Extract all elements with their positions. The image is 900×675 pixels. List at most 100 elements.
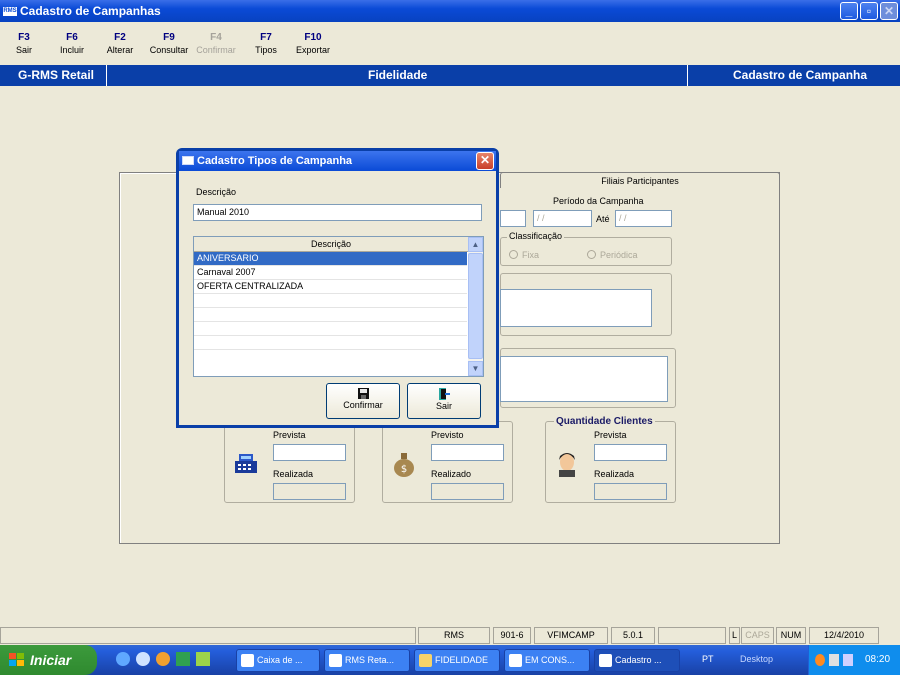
desktop-quick-icon[interactable] (196, 652, 210, 666)
desktop-toolbar-label[interactable]: Desktop (740, 654, 773, 664)
confirmar-button[interactable]: Confirmar (326, 383, 400, 419)
list-header-descricao[interactable]: Descrição (194, 237, 468, 252)
rms-icon (599, 654, 612, 667)
vendas-prevista-field[interactable] (273, 444, 346, 461)
save-disk-icon (357, 388, 369, 399)
status-version: 5.0.1 (611, 627, 655, 644)
radio-periodica: Periódica (587, 250, 638, 260)
list-item-empty (194, 322, 467, 336)
header-divider (106, 65, 107, 86)
folder-icon (419, 654, 432, 667)
date-from-left-field[interactable] (500, 210, 526, 227)
list-item[interactable]: OFERTA CENTRALIZADA (194, 280, 467, 294)
exportar-button[interactable]: F10 Exportar (291, 32, 335, 56)
ie-icon[interactable] (116, 652, 130, 666)
status-caps: CAPS (741, 627, 774, 644)
list-item[interactable]: Carnaval 2007 (194, 266, 467, 280)
filiais-text-area[interactable] (500, 289, 652, 327)
close-icon[interactable]: ✕ (476, 152, 494, 170)
sair-dialog-button[interactable]: Sair (407, 383, 481, 419)
sair-button[interactable]: F3 Sair (12, 32, 36, 56)
money-bag-icon: $ (394, 453, 414, 477)
dialog-title: Cadastro Tipos de Campanha (197, 155, 353, 167)
status-app: RMS (418, 627, 490, 644)
list-scrollbar[interactable]: ▲ ▼ (468, 237, 483, 376)
header-divider (687, 65, 688, 86)
status-num: NUM (776, 627, 806, 644)
media-icon[interactable] (156, 652, 170, 666)
window-titlebar: RMS Cadastro de Campanhas _ ▫ ✕ (0, 0, 900, 22)
rms-app-icon: RMS (3, 7, 17, 17)
scroll-down-icon[interactable]: ▼ (468, 361, 483, 376)
window-icon (182, 156, 194, 165)
list-item-empty (194, 350, 467, 364)
explorer-icon[interactable] (136, 652, 150, 666)
date-from-field[interactable]: / / (533, 210, 592, 227)
clientes-realizada-field (594, 483, 667, 500)
date-to-field[interactable]: / / (615, 210, 672, 227)
taskbar-item-caixa[interactable]: Caixa de ... (236, 649, 320, 672)
descricao-label: Descrição (196, 187, 237, 197)
prevista-label: Prevista (273, 430, 306, 440)
rms-quick-icon[interactable] (176, 652, 190, 666)
window-title: Cadastro de Campanhas (20, 4, 161, 18)
language-indicator[interactable]: PT (702, 654, 714, 664)
taskbar-item-cadastro[interactable]: Cadastro ... (594, 649, 680, 672)
taskbar-item-rms[interactable]: RMS Reta... (324, 649, 410, 672)
incluir-button[interactable]: F6 Incluir (56, 32, 88, 56)
windows-flag-icon (9, 653, 24, 666)
confirmar-toolbar-button: F4 Confirmar (196, 32, 236, 55)
scroll-up-icon[interactable]: ▲ (468, 237, 483, 252)
valor-group: Previsto Realizado $ (382, 421, 513, 503)
exit-door-icon (439, 388, 450, 400)
radio-fixa: Fixa (509, 250, 539, 260)
rms-icon (329, 654, 342, 667)
alterar-button[interactable]: F2 Alterar (103, 32, 137, 56)
customer-person-icon (559, 453, 575, 477)
radio-icon (587, 250, 596, 259)
fire-icon[interactable] (815, 654, 825, 666)
close-icon: ✕ (880, 2, 898, 20)
quantidade-clientes-group: Quantidade Clientes Prevista Realizada (545, 416, 676, 503)
system-tray: 08:20 (808, 645, 900, 675)
realizado-label: Realizado (431, 469, 472, 479)
consultar-button[interactable]: F9 Consultar (146, 32, 192, 56)
valor-realizado-field (431, 483, 504, 500)
network-icon[interactable] (829, 654, 839, 666)
status-bar: RMS 901-6 VFIMCAMP 5.0.1 L CAPS NUM 12/4… (0, 625, 900, 645)
quantidade-clientes-label: Quantidade Clientes (554, 416, 655, 427)
clock[interactable]: 08:20 (865, 645, 890, 675)
periodo-label: Período da Campanha (553, 196, 644, 206)
header-module: Fidelidade (368, 68, 428, 82)
list-item-empty (194, 308, 467, 322)
start-button[interactable]: Iniciar (0, 645, 97, 675)
clientes-prevista-field[interactable] (594, 444, 667, 461)
header-screen: Cadastro de Campanha (733, 68, 868, 82)
descricao-input[interactable]: Manual 2010 (193, 204, 482, 221)
scroll-thumb[interactable] (468, 253, 483, 359)
tab-filiais-participantes[interactable]: Filiais Participantes (500, 172, 780, 188)
vendas-group: Prevista Realizada (224, 421, 355, 503)
dialog-body: Descrição Manual 2010 Descrição ANIVERSA… (179, 171, 496, 425)
function-toolbar: F3 Sair F6 Incluir F2 Alterar F9 Consultar F… (0, 22, 900, 65)
valor-previsto-field[interactable] (431, 444, 504, 461)
restore-icon[interactable]: ▫ (860, 2, 878, 20)
status-code: 901-6 (493, 627, 531, 644)
status-screen: VFIMCAMP (534, 627, 608, 644)
tipos-button[interactable]: F7 Tipos (252, 32, 280, 56)
volume-icon[interactable] (843, 654, 853, 666)
observacao-text-area[interactable] (500, 356, 668, 402)
prevista-label: Prevista (594, 430, 627, 440)
module-header-bar: G-RMS Retail Fidelidade Cadastro de Camp… (0, 65, 900, 86)
minimize-icon[interactable]: _ (840, 2, 858, 20)
status-empty (658, 627, 726, 644)
list-item[interactable]: ANIVERSARIO (194, 252, 467, 266)
realizada-label: Realizada (594, 469, 635, 479)
taskbar-item-em-cons[interactable]: EM CONS... (504, 649, 590, 672)
classificacao-label: Classificação (507, 231, 565, 241)
taskbar-item-fidelidade[interactable]: FIDELIDADE (414, 649, 500, 672)
list-item-empty (194, 294, 467, 308)
status-date: 12/4/2010 (809, 627, 879, 644)
windows-taskbar: Iniciar Caixa de ... RMS Reta... FIDELID… (0, 645, 900, 675)
tipos-campanha-dialog: Cadastro Tipos de Campanha ✕ Descrição M… (176, 148, 499, 428)
